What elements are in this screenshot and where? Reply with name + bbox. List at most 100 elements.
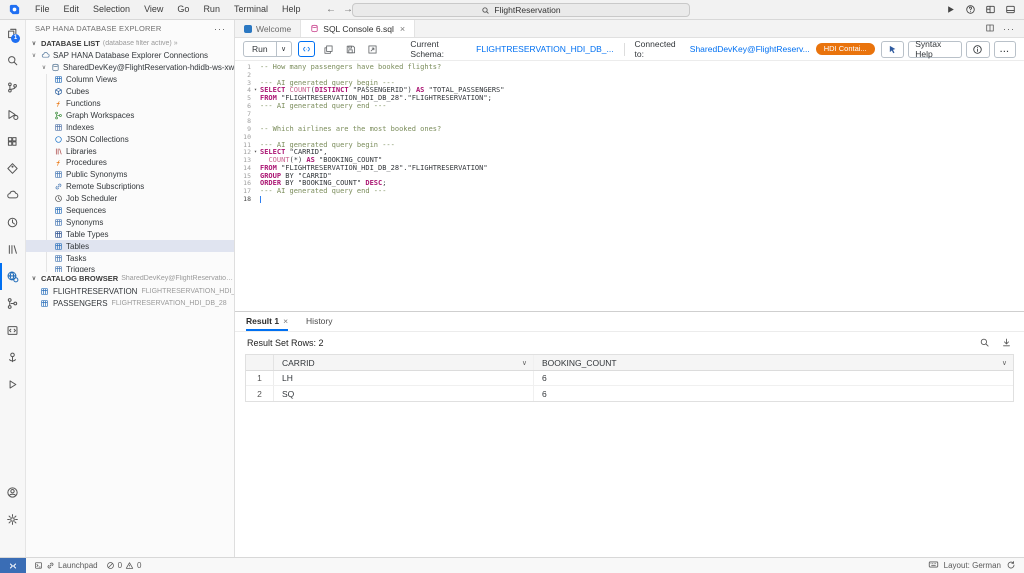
question-icon[interactable]: [965, 4, 976, 15]
results-tabs: Result 1× History: [235, 312, 1024, 332]
download-icon[interactable]: [1001, 337, 1012, 350]
code-text: --- AI generated query end ---: [260, 103, 386, 111]
catalog-item-passengers[interactable]: PASSENGERSFLIGHTRESERVATION_HDI_DB_28: [26, 297, 234, 309]
activity-run-debug-icon[interactable]: [0, 101, 25, 128]
menu-run[interactable]: Run: [196, 0, 227, 19]
tree-item-job-scheduler[interactable]: Job Scheduler: [26, 193, 234, 205]
tree-item-sequences[interactable]: Sequences: [26, 205, 234, 217]
table-row[interactable]: 2SQ6: [246, 386, 1013, 401]
back-icon[interactable]: ←: [326, 4, 336, 15]
close-icon[interactable]: ×: [283, 316, 288, 326]
search-icon[interactable]: [979, 337, 990, 350]
info-button[interactable]: [966, 41, 990, 58]
tree-item-indexes[interactable]: Indexes: [26, 121, 234, 133]
problems-indicator[interactable]: 0 0: [106, 561, 142, 570]
table-row[interactable]: 1LH6: [246, 371, 1013, 386]
run-dropdown-chevron-icon[interactable]: ∨: [276, 42, 291, 56]
tree-item-cubes[interactable]: Cubes: [26, 86, 234, 98]
activity-explorer-icon[interactable]: 1: [0, 20, 25, 47]
tab-sql-console-6-sql[interactable]: SQL Console 6.sql×: [301, 20, 415, 37]
tree-item-tables[interactable]: Tables: [26, 240, 234, 252]
activity-project-tree-icon[interactable]: [0, 290, 25, 317]
play-icon[interactable]: [945, 4, 956, 15]
refresh-icon[interactable]: [1006, 560, 1016, 572]
public-synonyms-icon: [54, 170, 63, 179]
section-database-list[interactable]: ∨ DATABASE LIST (database filter active)…: [26, 37, 234, 50]
toggle-panel-icon[interactable]: [1005, 4, 1016, 15]
connected-to-value[interactable]: SharedDevKey@FlightReserv...: [690, 44, 810, 54]
tree-item-triggers[interactable]: Triggers: [26, 264, 234, 272]
more-actions-button[interactable]: ...: [994, 41, 1016, 58]
tab-welcome[interactable]: Welcome: [235, 20, 301, 37]
export-icon[interactable]: [365, 44, 380, 55]
activity-library-icon[interactable]: [0, 236, 25, 263]
activity-tag-icon[interactable]: [0, 155, 25, 182]
tree-item-functions[interactable]: Functions: [26, 98, 234, 110]
activity-deployment-icon[interactable]: [0, 344, 25, 371]
sql-editor[interactable]: 1-- How many passengers have booked flig…: [235, 61, 1024, 311]
remote-indicator[interactable]: [0, 558, 26, 573]
sidebar-more-actions-icon[interactable]: ···: [214, 24, 226, 34]
tree-item-column-views[interactable]: Column Views: [26, 74, 234, 86]
copy-icon[interactable]: [321, 44, 336, 55]
activity-extensions-icon[interactable]: [0, 128, 25, 155]
syntax-help-button[interactable]: Syntax Help: [908, 41, 962, 58]
row-number-cell: 2: [246, 386, 274, 401]
section-catalog-browser[interactable]: ∨ CATALOG BROWSER SharedDevKey@FlightRes…: [26, 272, 234, 285]
activity-cloud-icon[interactable]: [0, 182, 25, 209]
activity-clock-icon[interactable]: [0, 209, 25, 236]
catalog-browser-list: FLIGHTRESERVATIONFLIGHTRESERVATION_HDI_D…: [26, 285, 234, 309]
tree-item-json-collections[interactable]: JSON Collections: [26, 133, 234, 145]
table-icon: [40, 299, 49, 308]
menu-file[interactable]: File: [28, 0, 57, 19]
results-tab-result-1[interactable]: Result 1×: [246, 316, 288, 331]
menu-go[interactable]: Go: [170, 0, 196, 19]
tree-item-shareddevkey-flightreservation-hdidb-ws-xw5fl[interactable]: ∨SharedDevKey@FlightReservation-hdidb-ws…: [26, 62, 234, 74]
column-header-carrid[interactable]: CARRID∨: [274, 355, 534, 370]
tree-item-graph-workspaces[interactable]: Graph Workspaces: [26, 109, 234, 121]
layout-status-item[interactable]: Layout: German: [944, 561, 1001, 570]
activity-hana-database-explorer-icon[interactable]: [0, 263, 25, 290]
menu-selection[interactable]: Selection: [86, 0, 137, 19]
fold-icon[interactable]: ▾: [251, 149, 260, 157]
launchpad-status-item[interactable]: Launchpad: [34, 561, 98, 570]
toolbar-icon-group: [321, 44, 380, 55]
results-tab-history[interactable]: History: [306, 316, 332, 331]
tree-item-public-synonyms[interactable]: Public Synonyms: [26, 169, 234, 181]
activity-run-configurations-icon[interactable]: [0, 371, 25, 398]
activity-code-review-icon[interactable]: [0, 317, 25, 344]
tree-item-procedures[interactable]: Procedures: [26, 157, 234, 169]
format-code-button[interactable]: [298, 41, 316, 57]
chevron-down-icon[interactable]: ∨: [1002, 359, 1007, 367]
catalog-item-schema: FLIGHTRESERVATION_HDI_DB_28: [112, 300, 227, 307]
menu-view[interactable]: View: [137, 0, 170, 19]
code-text: [260, 196, 261, 204]
save-icon[interactable]: [343, 44, 358, 55]
tree-item-label: Table Types: [66, 230, 109, 239]
activity-settings-icon[interactable]: [0, 506, 25, 533]
command-center-search[interactable]: FlightReservation: [352, 3, 690, 17]
tree-item-table-types[interactable]: Table Types: [26, 228, 234, 240]
tree-item-synonyms[interactable]: Synonyms: [26, 216, 234, 228]
catalog-item-flightreservation[interactable]: FLIGHTRESERVATIONFLIGHTRESERVATION_HDI_D…: [26, 285, 234, 297]
menu-terminal[interactable]: Terminal: [227, 0, 275, 19]
activity-search-icon[interactable]: [0, 47, 25, 74]
run-button[interactable]: Run: [244, 44, 276, 54]
close-icon[interactable]: ×: [400, 24, 405, 34]
customize-layout-icon[interactable]: [985, 4, 996, 15]
tree-item-remote-subscriptions[interactable]: Remote Subscriptions: [26, 181, 234, 193]
column-header-booking-count[interactable]: BOOKING_COUNT∨: [534, 355, 1013, 370]
tree-item-sap-hana-database-explorer-connections[interactable]: ∨SAP HANA Database Explorer Connections: [26, 50, 234, 62]
fold-icon[interactable]: ▾: [251, 87, 260, 95]
menu-help[interactable]: Help: [275, 0, 308, 19]
menu-edit[interactable]: Edit: [57, 0, 87, 19]
current-schema-value[interactable]: FLIGHTRESERVATION_HDI_DB_...: [476, 44, 613, 54]
tree-item-tasks[interactable]: Tasks: [26, 252, 234, 264]
split-editor-icon[interactable]: [985, 23, 995, 35]
activity-account-icon[interactable]: [0, 479, 25, 506]
more-actions-icon[interactable]: ···: [1003, 24, 1015, 34]
activity-source-control-icon[interactable]: [0, 74, 25, 101]
chevron-down-icon[interactable]: ∨: [522, 359, 527, 367]
tree-item-libraries[interactable]: Libraries: [26, 145, 234, 157]
ai-cursor-button[interactable]: [881, 41, 905, 58]
